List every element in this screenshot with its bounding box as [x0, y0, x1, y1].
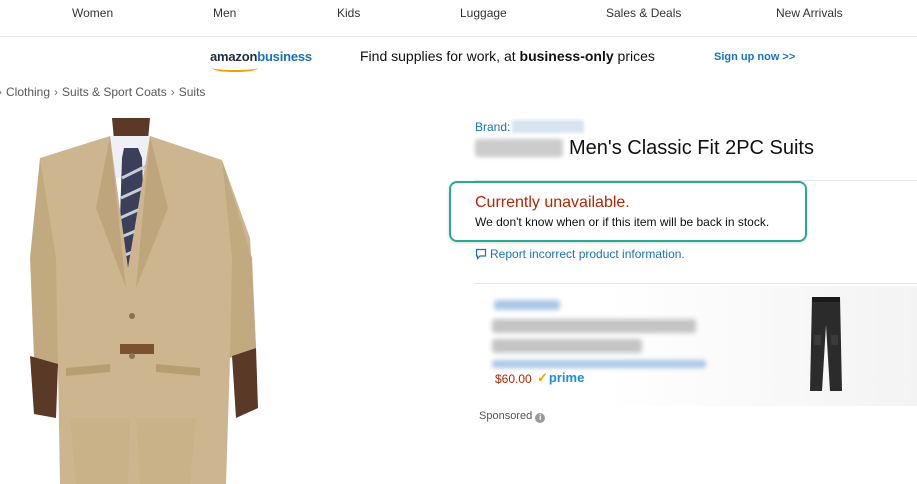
promo-text-bold: business-only: [519, 48, 614, 64]
nav-men[interactable]: Men: [213, 6, 236, 20]
promo-text-suffix: prices: [613, 48, 655, 64]
breadcrumb-separator: ›: [54, 85, 59, 99]
breadcrumb-suits[interactable]: Suits: [179, 85, 206, 99]
ad-title-line2-blurred: [492, 339, 642, 353]
amazon-business-logo[interactable]: amazonbusiness: [210, 49, 312, 72]
ad-title-line1-blurred: [492, 319, 696, 333]
availability-note: We don't know when or if this item will …: [475, 215, 770, 229]
availability-status: Currently unavailable.: [475, 194, 630, 211]
breadcrumb-separator: ›: [0, 85, 2, 99]
logo-business-text: business: [257, 49, 312, 64]
report-link-text: Report incorrect product information.: [490, 247, 685, 261]
product-image[interactable]: [0, 118, 300, 484]
promo-text-prefix: Find supplies for work, at: [360, 48, 520, 64]
prime-badge: ✓prime: [537, 370, 584, 386]
divider: [475, 283, 917, 284]
brand-line: Brand:: [475, 120, 585, 134]
nav-luggage[interactable]: Luggage: [460, 6, 507, 20]
nav-women[interactable]: Women: [72, 6, 113, 20]
logo-amazon-text: amazon: [210, 49, 258, 64]
business-promo-text: Find supplies for work, at business-only…: [360, 48, 655, 64]
business-banner: amazonbusiness Find supplies for work, a…: [0, 36, 917, 78]
nav-kids[interactable]: Kids: [337, 6, 360, 20]
info-icon[interactable]: i: [535, 413, 546, 423]
sponsored-text: Sponsored: [479, 410, 533, 422]
brand-name-redacted[interactable]: [512, 120, 585, 133]
prime-check-icon: ✓: [537, 370, 548, 385]
breadcrumb-clothing[interactable]: Clothing: [6, 85, 50, 99]
nav-sales-deals[interactable]: Sales & Deals: [606, 6, 681, 20]
breadcrumb: ›Clothing›Suits & Sport Coats›Suits: [0, 85, 205, 99]
ad-brand-blurred: [494, 300, 560, 310]
breadcrumb-separator: ›: [170, 85, 175, 99]
speech-bubble-icon: [475, 248, 487, 260]
ad-price: $60.00: [495, 372, 532, 386]
report-link[interactable]: Report incorrect product information.: [475, 247, 685, 261]
prime-label: prime: [548, 370, 585, 385]
sponsored-ad-card[interactable]: $60.00 ✓prime: [476, 286, 917, 406]
product-title: Men's Classic Fit 2PC Suits: [475, 137, 814, 160]
sponsored-label: Sponsored i: [479, 410, 546, 423]
brand-label: Brand:: [475, 120, 511, 134]
ad-product-image[interactable]: [806, 295, 846, 393]
nav-new-arrivals[interactable]: New Arrivals: [776, 6, 843, 20]
title-brand-redacted: [475, 139, 563, 157]
breadcrumb-suits-sport-coats[interactable]: Suits & Sport Coats: [62, 85, 167, 99]
availability-highlight-box: Currently unavailable. We don't know whe…: [449, 181, 807, 242]
amazon-smile-icon: [212, 64, 258, 72]
ad-rating-blurred: [492, 360, 706, 368]
product-title-text: Men's Classic Fit 2PC Suits: [569, 137, 814, 159]
top-nav: Women Men Kids Luggage Sales & Deals New…: [0, 0, 917, 37]
signup-link[interactable]: Sign up now >>: [714, 51, 795, 63]
